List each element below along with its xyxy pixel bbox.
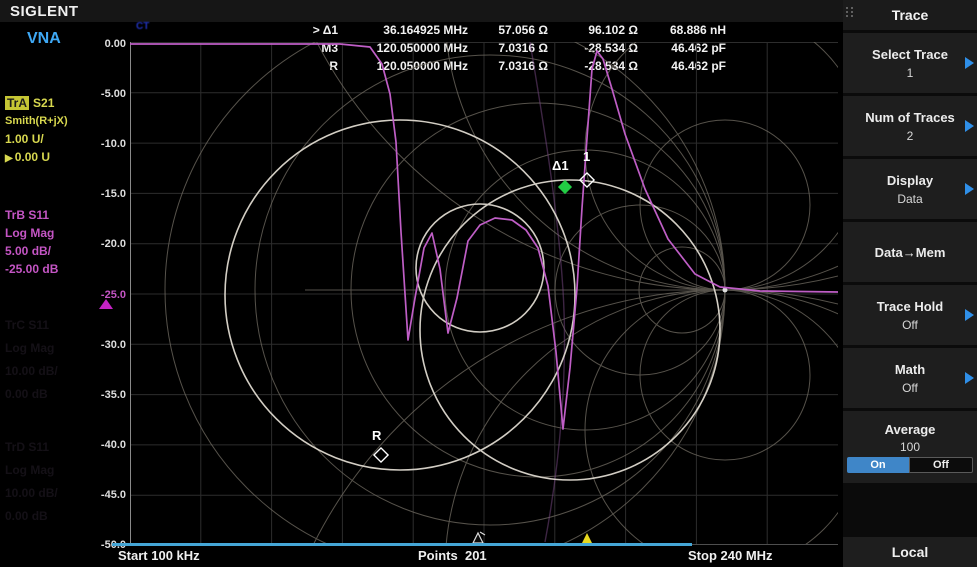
trace-d-info-dimmed: TrD S11 Log Mag 10.00 dB/0.00 dB xyxy=(5,440,58,523)
y-axis-label: -45.0 xyxy=(100,489,126,501)
y-axis-label: -5.00 xyxy=(100,88,126,100)
sweep-marker-delta-icon[interactable] xyxy=(472,531,484,544)
trace-b-format: Log Mag xyxy=(5,226,55,240)
readout-row: > Δ1 36.164925 MHz 57.056 Ω 96.102 Ω 68.886 … xyxy=(312,23,726,37)
y-axis-label: -20.0 xyxy=(100,238,126,250)
sweep-axis-line xyxy=(692,544,838,545)
submenu-arrow-icon xyxy=(965,309,974,321)
trace-hold-button[interactable]: Trace Hold Off xyxy=(843,285,977,345)
trace-b-scale: 5.00 dB/ xyxy=(5,244,52,258)
y-axis-label: -10.0 xyxy=(100,138,126,150)
smith-chart-plot[interactable]: Δ1 1 R xyxy=(130,42,838,545)
menu-grip-icon xyxy=(846,7,854,17)
trace-start-mark: CT xyxy=(136,21,150,32)
average-on-option[interactable]: On xyxy=(847,456,909,473)
submenu-arrow-icon xyxy=(965,183,974,195)
trace-b-ref-level-icon xyxy=(99,299,113,309)
average-button[interactable]: Average 100 On Off xyxy=(843,411,977,483)
submenu-arrow-icon xyxy=(965,57,974,69)
sweep-progress-bar xyxy=(112,543,692,546)
trace-c-info-dimmed: TrC S11 Log Mag 10.00 dB/0.00 dB xyxy=(5,318,58,401)
select-trace-button[interactable]: Select Trace 1 xyxy=(843,33,977,93)
ref-marker-label: R xyxy=(372,428,382,443)
trace-a-info[interactable]: TrA S21 Smith(R+jX) 1.00 U/ ▶ 0.00 U xyxy=(5,94,68,168)
y-axis-label: 0.00 xyxy=(104,38,126,50)
y-axis-label-ref: -25.0 xyxy=(100,289,126,301)
trace-a-channel: S21 xyxy=(33,96,55,110)
softkey-panel: Trace Select Trace 1 Num of Traces 2 Displ… xyxy=(843,0,977,567)
local-button[interactable]: Local xyxy=(843,537,977,567)
trace-a-format: Smith(R+jX) xyxy=(5,115,68,127)
vna-screen: { "brand": "SIGLENT", "app_label": "VNA"… xyxy=(0,0,977,567)
sweep-points-label: Points 201 xyxy=(418,548,487,563)
menu-header: Trace xyxy=(843,0,977,30)
siglent-logo: SIGLENT xyxy=(10,3,79,20)
ref-level-arrow-icon: ▶ xyxy=(5,153,13,164)
y-axis-label: -15.0 xyxy=(100,188,126,200)
trace-a-badge: TrA xyxy=(5,96,30,110)
marker1-label: 1 xyxy=(583,149,590,164)
trace-b-ref: -25.00 dB xyxy=(5,262,59,276)
y-axis-label: -30.0 xyxy=(100,339,126,351)
sweep-start-label: Start 100 kHz xyxy=(118,548,200,563)
average-off-option[interactable]: Off xyxy=(909,456,973,473)
sweep-stop-label: Stop 240 MHz xyxy=(688,548,773,563)
submenu-arrow-icon xyxy=(965,120,974,132)
memory-trace-arc xyxy=(529,42,566,543)
display-button[interactable]: Display Data xyxy=(843,159,977,219)
trace-a-ref: 0.00 U xyxy=(14,150,51,164)
average-toggle[interactable]: On Off xyxy=(847,456,973,473)
sweep-marker-active-icon[interactable] xyxy=(582,533,592,543)
submenu-arrow-icon xyxy=(965,372,974,384)
trace-b-title: TrB S11 xyxy=(5,208,50,222)
num-of-traces-button[interactable]: Num of Traces 2 xyxy=(843,96,977,156)
y-axis-label: -35.0 xyxy=(100,389,126,401)
data-to-mem-button[interactable]: Data→Mem xyxy=(843,222,977,282)
y-axis-label: -40.0 xyxy=(100,439,126,451)
math-button[interactable]: Math Off xyxy=(843,348,977,408)
delta-marker-icon[interactable] xyxy=(557,179,573,195)
delta-marker-label: Δ1 xyxy=(552,158,569,173)
trace-b-info[interactable]: TrB S11 Log Mag 5.00 dB/ -25.00 dB xyxy=(5,206,58,278)
app-label: VNA xyxy=(27,30,61,47)
top-bar xyxy=(0,0,977,22)
